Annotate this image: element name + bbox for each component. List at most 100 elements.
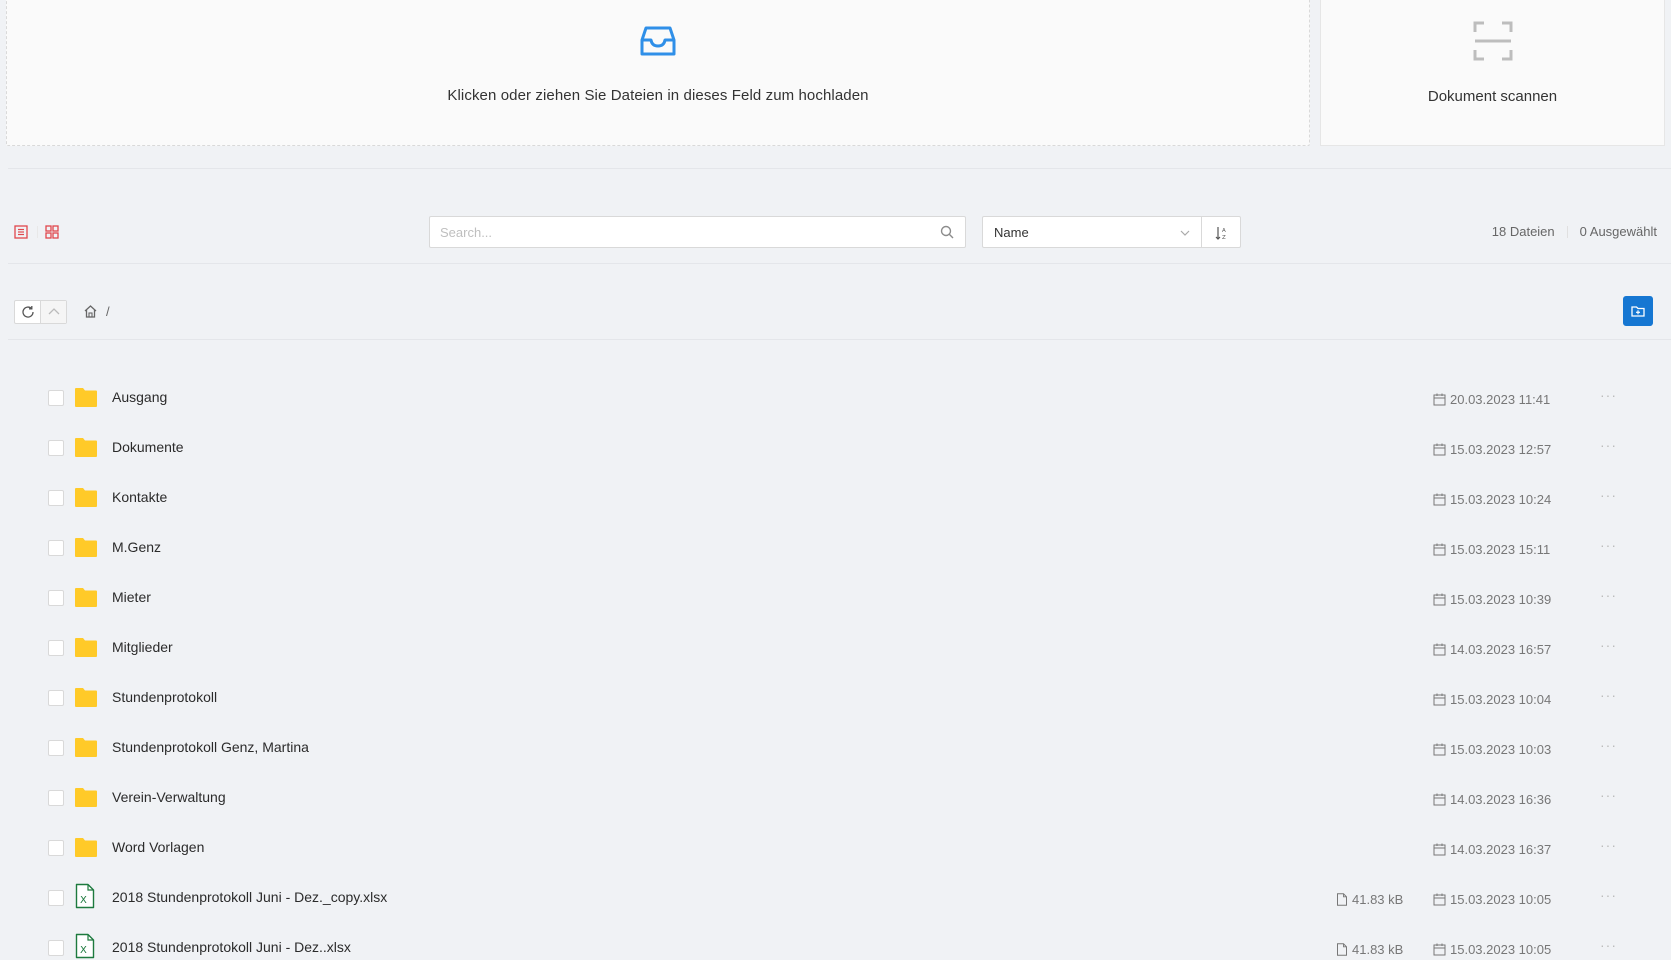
row-checkbox[interactable] <box>48 390 64 406</box>
home-icon[interactable] <box>83 304 98 319</box>
calendar-icon <box>1433 593 1446 606</box>
folder-row[interactable]: Verein-Verwaltung 14.03.2023 16:36 ··· <box>0 773 1671 823</box>
folder-row[interactable]: M.Genz 15.03.2023 15:11 ··· <box>0 523 1671 573</box>
excel-file-icon: X <box>75 933 95 959</box>
file-counts: 18 Dateien 0 Ausgewählt <box>1492 224 1657 239</box>
modified-date-value: 15.03.2023 10:03 <box>1450 742 1552 757</box>
inbox-icon <box>640 26 676 56</box>
modified-date: 14.03.2023 16:57 <box>1433 642 1551 657</box>
folder-icon <box>75 838 97 857</box>
more-actions-icon[interactable]: ··· <box>1600 487 1617 503</box>
more-actions-icon[interactable]: ··· <box>1600 437 1617 453</box>
row-checkbox[interactable] <box>48 590 64 606</box>
row-checkbox[interactable] <box>48 740 64 756</box>
chevron-down-icon <box>1180 230 1190 236</box>
file-name[interactable]: Mieter <box>112 589 151 605</box>
folder-icon <box>75 688 97 707</box>
file-name[interactable]: Word Vorlagen <box>112 839 204 855</box>
file-row[interactable]: X 2018 Stundenprotokoll Juni - Dez..xlsx… <box>0 923 1671 960</box>
file-name[interactable]: Kontakte <box>112 489 167 505</box>
file-name[interactable]: 2018 Stundenprotokoll Juni - Dez._copy.x… <box>112 889 387 905</box>
sort-order-icon: A Z <box>1215 227 1226 240</box>
file-name[interactable]: Dokumente <box>112 439 184 455</box>
selected-count: 0 Ausgewählt <box>1579 224 1657 239</box>
calendar-icon <box>1433 393 1446 406</box>
file-name[interactable]: Stundenprotokoll <box>112 689 217 705</box>
modified-date: 15.03.2023 10:03 <box>1433 742 1551 757</box>
folder-row[interactable]: Ausgang 20.03.2023 11:41 ··· <box>0 373 1671 423</box>
row-checkbox[interactable] <box>48 640 64 656</box>
row-checkbox[interactable] <box>48 940 64 956</box>
search-box <box>429 216 966 248</box>
folder-icon <box>75 488 97 507</box>
more-actions-icon[interactable]: ··· <box>1600 637 1617 653</box>
modified-date: 15.03.2023 10:39 <box>1433 592 1551 607</box>
row-checkbox[interactable] <box>48 840 64 856</box>
file-name[interactable]: Mitglieder <box>112 639 173 655</box>
folder-row[interactable]: Stundenprotokoll 15.03.2023 10:04 ··· <box>0 673 1671 723</box>
calendar-icon <box>1433 493 1446 506</box>
scan-document-button[interactable]: Dokument scannen <box>1320 0 1665 146</box>
folder-row[interactable]: Word Vorlagen 14.03.2023 16:37 ··· <box>0 823 1671 873</box>
modified-date-value: 14.03.2023 16:57 <box>1450 642 1552 657</box>
modified-date: 15.03.2023 10:05 <box>1433 892 1551 907</box>
file-name[interactable]: Stundenprotokoll Genz, Martina <box>112 739 309 755</box>
more-actions-icon[interactable]: ··· <box>1600 937 1617 953</box>
modified-date: 14.03.2023 16:36 <box>1433 792 1551 807</box>
calendar-icon <box>1433 843 1446 856</box>
folder-row[interactable]: Kontakte 15.03.2023 10:24 ··· <box>0 473 1671 523</box>
divider <box>8 339 1671 340</box>
excel-file-icon: X <box>75 883 95 909</box>
file-list: Ausgang 20.03.2023 11:41 ··· Dokumente 1… <box>0 373 1671 960</box>
folder-row[interactable]: Mitglieder 14.03.2023 16:57 ··· <box>0 623 1671 673</box>
svg-text:X: X <box>80 945 87 956</box>
divider <box>8 168 1671 169</box>
more-actions-icon[interactable]: ··· <box>1600 587 1617 603</box>
list-view-icon[interactable] <box>14 225 28 239</box>
more-actions-icon[interactable]: ··· <box>1600 887 1617 903</box>
search-input[interactable] <box>430 217 920 247</box>
divider <box>8 263 1671 264</box>
sort-direction-button[interactable]: A Z <box>1201 216 1241 248</box>
parent-folder-button[interactable] <box>40 301 66 323</box>
more-actions-icon[interactable]: ··· <box>1600 787 1617 803</box>
folder-icon <box>75 738 97 757</box>
folder-row[interactable]: Dokumente 15.03.2023 12:57 ··· <box>0 423 1671 473</box>
search-icon[interactable] <box>940 225 954 239</box>
breadcrumb: / <box>83 304 110 319</box>
folder-row[interactable]: Mieter 15.03.2023 10:39 ··· <box>0 573 1671 623</box>
refresh-button[interactable] <box>15 301 40 323</box>
modified-date: 15.03.2023 15:11 <box>1433 542 1550 557</box>
file-name[interactable]: Ausgang <box>112 389 167 405</box>
file-name[interactable]: M.Genz <box>112 539 161 555</box>
sort-field-select[interactable]: Name <box>982 216 1202 248</box>
more-actions-icon[interactable]: ··· <box>1600 737 1617 753</box>
row-checkbox[interactable] <box>48 690 64 706</box>
file-row[interactable]: X 2018 Stundenprotokoll Juni - Dez._copy… <box>0 873 1671 923</box>
more-actions-icon[interactable]: ··· <box>1600 687 1617 703</box>
file-name[interactable]: 2018 Stundenprotokoll Juni - Dez..xlsx <box>112 939 351 955</box>
row-checkbox[interactable] <box>48 890 64 906</box>
more-actions-icon[interactable]: ··· <box>1600 537 1617 553</box>
more-actions-icon[interactable]: ··· <box>1600 837 1617 853</box>
folder-add-icon <box>1631 306 1645 317</box>
folder-row[interactable]: Stundenprotokoll Genz, Martina 15.03.202… <box>0 723 1671 773</box>
grid-view-icon[interactable] <box>45 225 59 239</box>
row-checkbox[interactable] <box>48 790 64 806</box>
calendar-icon <box>1433 743 1446 756</box>
navigation-buttons <box>14 300 67 324</box>
modified-date: 15.03.2023 10:24 <box>1433 492 1551 507</box>
row-checkbox[interactable] <box>48 540 64 556</box>
file-size: 41.83 kB <box>1336 892 1403 907</box>
upload-dropzone[interactable]: Klicken oder ziehen Sie Dateien in diese… <box>6 0 1310 146</box>
folder-icon <box>75 788 97 807</box>
modified-date-value: 15.03.2023 10:05 <box>1450 892 1552 907</box>
folder-icon <box>75 388 97 407</box>
breadcrumb-separator: / <box>106 304 110 319</box>
row-checkbox[interactable] <box>48 440 64 456</box>
new-folder-button[interactable] <box>1623 296 1653 326</box>
svg-text:X: X <box>80 895 87 906</box>
more-actions-icon[interactable]: ··· <box>1600 387 1617 403</box>
row-checkbox[interactable] <box>48 490 64 506</box>
file-name[interactable]: Verein-Verwaltung <box>112 789 226 805</box>
